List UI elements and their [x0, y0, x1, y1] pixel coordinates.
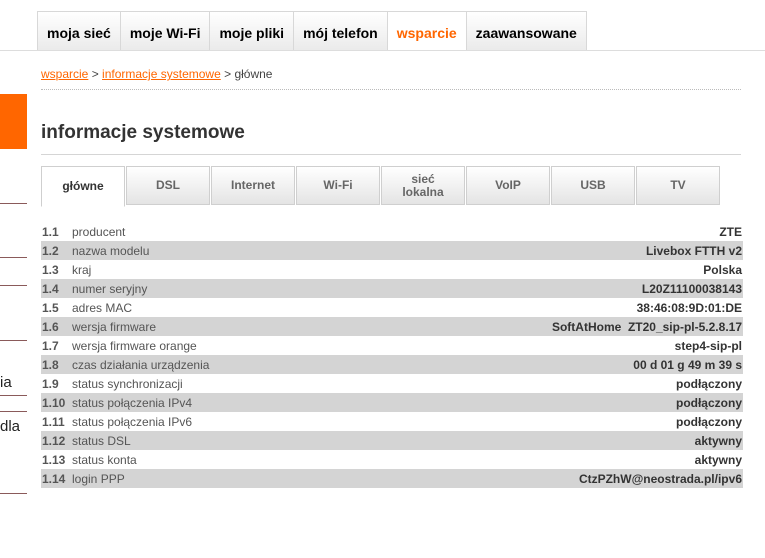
- row-value: ZTE: [719, 224, 742, 239]
- row-label: nazwa modelu: [72, 243, 150, 258]
- sidebar-divider: [0, 395, 27, 396]
- row-value: step4-sip-pl: [674, 338, 742, 353]
- row-number: 1.6: [42, 319, 59, 334]
- sidebar-divider: [0, 340, 27, 341]
- row-label: status DSL: [72, 433, 131, 448]
- breadcrumb-divider: [41, 89, 741, 90]
- row-label: kraj: [72, 262, 92, 277]
- breadcrumb-separator: >: [220, 67, 235, 81]
- sidebar-item-fragment[interactable]: dla: [0, 418, 20, 435]
- nav-divider: [0, 50, 765, 51]
- sidebar-divider: [0, 285, 27, 286]
- table-row: 1.5 adres MAC 38:46:08:9D:01:DE: [41, 298, 743, 317]
- breadcrumb-current: główne: [234, 67, 273, 81]
- top-navigation: moja sieć moje Wi-Fi moje pliki mój tele…: [37, 11, 587, 51]
- row-label: status konta: [72, 452, 137, 467]
- page-title: informacje systemowe: [41, 122, 245, 143]
- row-value: Polska: [703, 262, 742, 277]
- row-label: producent: [72, 224, 126, 239]
- table-row: 1.9 status synchronizacji podłączony: [41, 374, 743, 393]
- row-number: 1.3: [42, 262, 59, 277]
- row-number: 1.8: [42, 357, 59, 372]
- tab-wsparcie[interactable]: wsparcie: [386, 11, 466, 51]
- row-label: numer seryjny: [72, 281, 148, 296]
- row-number: 1.4: [42, 281, 59, 296]
- subtab-usb[interactable]: USB: [551, 166, 635, 205]
- sidebar-divider: [0, 411, 27, 412]
- tab-moje-wifi[interactable]: moje Wi-Fi: [119, 11, 210, 51]
- table-row: 1.2 nazwa modelu Livebox FTTH v2: [41, 241, 743, 260]
- breadcrumb-link-wsparcie[interactable]: wsparcie: [41, 67, 88, 81]
- subtab-wifi[interactable]: Wi-Fi: [296, 166, 380, 205]
- table-row: 1.1 producent ZTE: [41, 222, 743, 241]
- table-row: 1.10 status połączenia IPv4 podłączony: [41, 393, 743, 412]
- row-label: wersja firmware: [72, 319, 157, 334]
- table-row: 1.12 status DSL aktywny: [41, 431, 743, 450]
- row-number: 1.1: [42, 224, 59, 239]
- row-number: 1.11: [42, 414, 65, 429]
- table-row: 1.7 wersja firmware orange step4-sip-pl: [41, 336, 743, 355]
- subtab-tv[interactable]: TV: [636, 166, 720, 205]
- row-label: adres MAC: [72, 300, 133, 315]
- row-label: status połączenia IPv4: [72, 395, 193, 410]
- tab-moja-siec[interactable]: moja sieć: [37, 11, 120, 51]
- table-row: 1.13 status konta aktywny: [41, 450, 743, 469]
- table-row: 1.6 wersja firmware SoftAtHome ZT20_sip-pl…: [41, 317, 743, 336]
- sidebar-active-item[interactable]: [0, 94, 27, 149]
- sidebar-item-fragment[interactable]: ia: [0, 374, 12, 391]
- breadcrumb-separator: >: [88, 67, 103, 81]
- system-info-table: 1.1 producent ZTE 1.2 nazwa modelu Livebox F…: [41, 222, 743, 488]
- sidebar-divider: [0, 493, 27, 494]
- breadcrumb-link-informacje-systemowe[interactable]: informacje systemowe: [102, 67, 221, 81]
- row-number: 1.5: [42, 300, 59, 315]
- breadcrumb: wsparcie > informacje systemowe > główne: [41, 67, 272, 81]
- row-value: podłączony: [675, 395, 742, 410]
- sidebar-divider: [0, 257, 27, 258]
- row-value: CtzPZhW@neostrada.pl/ipv6: [578, 471, 742, 486]
- row-number: 1.10: [42, 395, 66, 410]
- table-row: 1.3 kraj Polska: [41, 260, 743, 279]
- row-number: 1.13: [42, 452, 66, 467]
- row-label: wersja firmware orange: [72, 338, 197, 353]
- subtab-dsl[interactable]: DSL: [126, 166, 210, 205]
- row-value: 38:46:08:9D:01:DE: [636, 300, 742, 315]
- sub-tabs: główne DSL Internet Wi-Fi sieć lokalna V…: [41, 166, 721, 207]
- row-label: czas działania urządzenia: [72, 357, 210, 372]
- subtab-voip[interactable]: VoIP: [466, 166, 550, 205]
- subtab-siec-lokalna[interactable]: sieć lokalna: [381, 166, 465, 205]
- row-value: podłączony: [675, 376, 742, 391]
- row-number: 1.14: [42, 471, 66, 486]
- tab-moj-telefon[interactable]: mój telefon: [293, 11, 387, 51]
- table-row: 1.8 czas działania urządzenia 00 d 01 g 49…: [41, 355, 743, 374]
- row-label: login PPP: [72, 471, 125, 486]
- row-value: aktywny: [694, 452, 742, 467]
- row-number: 1.7: [42, 338, 59, 353]
- row-number: 1.12: [42, 433, 66, 448]
- table-row: 1.11 status połączenia IPv6 podłączony: [41, 412, 743, 431]
- row-value: Livebox FTTH v2: [645, 243, 742, 258]
- subtab-internet[interactable]: Internet: [211, 166, 295, 205]
- row-label: status synchronizacji: [72, 376, 183, 391]
- table-row: 1.4 numer seryjny L20Z11100038143: [41, 279, 743, 298]
- tab-zaawansowane[interactable]: zaawansowane: [465, 11, 587, 51]
- row-number: 1.9: [42, 376, 59, 391]
- row-number: 1.2: [42, 243, 59, 258]
- title-divider: [41, 154, 741, 155]
- row-value: aktywny: [694, 433, 742, 448]
- subtab-glowne[interactable]: główne: [41, 166, 125, 207]
- tab-moje-pliki[interactable]: moje pliki: [209, 11, 294, 51]
- row-value: SoftAtHome ZT20_sip-pl-5.2.8.17: [551, 319, 742, 334]
- row-value: L20Z11100038143: [641, 281, 742, 296]
- sidebar-divider: [0, 203, 27, 204]
- table-row: 1.14 login PPP CtzPZhW@neostrada.pl/ipv6: [41, 469, 743, 488]
- row-label: status połączenia IPv6: [72, 414, 193, 429]
- row-value: 00 d 01 g 49 m 39 s: [633, 357, 742, 372]
- row-value: podłączony: [675, 414, 742, 429]
